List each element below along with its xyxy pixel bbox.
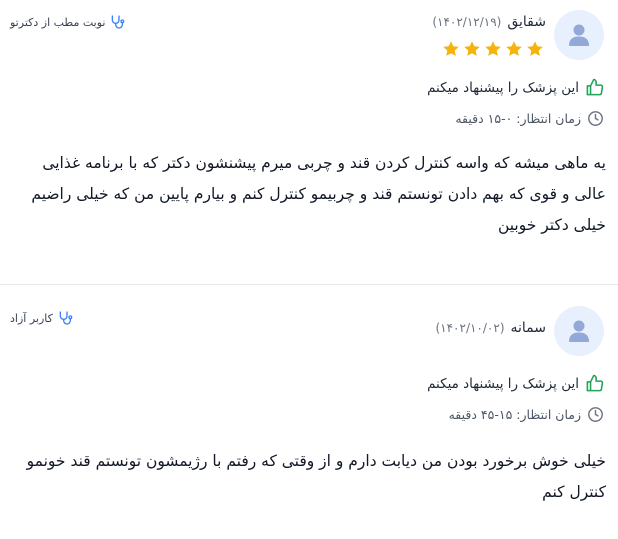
user-type-tag: کاربر آزاد (10, 310, 73, 326)
avatar (554, 10, 604, 60)
user-icon (569, 24, 589, 46)
star-icon (443, 41, 459, 56)
recommend-text: این پزشک را پیشنهاد میکنم (427, 375, 579, 392)
review-comment: یه ماهی میشه که واسه کنترل کردن قند و چر… (31, 154, 606, 234)
avatar (554, 306, 604, 356)
star-icon (506, 41, 522, 56)
recommendation: این پزشک را پیشنهاد میکنم (427, 78, 604, 97)
divider (0, 284, 618, 285)
wait-time-text: زمان انتظار: ۱۵-۴۵ دقیقه (448, 407, 581, 422)
thumbs-up-icon (586, 374, 604, 392)
star-icon (527, 41, 543, 56)
wait-time: زمان انتظار: ۱۵-۴۵ دقیقه (449, 406, 604, 423)
wait-time: زمان انتظار: ۰-۱۵ دقیقه (455, 110, 604, 127)
star-icon (485, 41, 501, 56)
tag-label: کاربر آزاد (10, 311, 53, 325)
thumbs-up-icon (586, 78, 604, 96)
author-line: شقایق (۱۴۰۲/۱۲/۱۹) (432, 14, 546, 30)
tag-label: نوبت مطب از دکترتو (10, 15, 106, 29)
author-line: سمانه (۱۴۰۲/۱۰/۰۲) (435, 320, 546, 336)
recommendation: این پزشک را پیشنهاد میکنم (427, 374, 604, 393)
author-name: سمانه (510, 320, 547, 336)
wait-time-text: زمان انتظار: ۰-۱۵ دقیقه (455, 111, 581, 126)
author-name: شقایق (507, 14, 546, 30)
star-icon (464, 41, 480, 56)
user-icon (569, 320, 589, 342)
review-card: شقایق (۱۴۰۲/۱۲/۱۹) نوبت مطب از دکترتو ای… (0, 0, 618, 268)
clock-icon (588, 407, 603, 422)
review-comment: خیلی خوش برخورد بودن من دیابت دارم و از … (26, 452, 606, 501)
review-date: (۱۴۰۲/۱۲/۱۹) (432, 15, 502, 29)
recommend-text: این پزشک را پیشنهاد میکنم (427, 79, 579, 96)
clock-icon (588, 111, 603, 126)
stethoscope-icon (59, 311, 73, 325)
booking-source-tag: نوبت مطب از دکترتو (10, 14, 125, 30)
review-card: سمانه (۱۴۰۲/۱۰/۰۲) کاربر آزاد این پزشک ر… (0, 286, 618, 539)
review-date: (۱۴۰۲/۱۰/۰۲) (435, 321, 505, 335)
stethoscope-icon (112, 15, 125, 29)
rating-stars (442, 40, 544, 58)
